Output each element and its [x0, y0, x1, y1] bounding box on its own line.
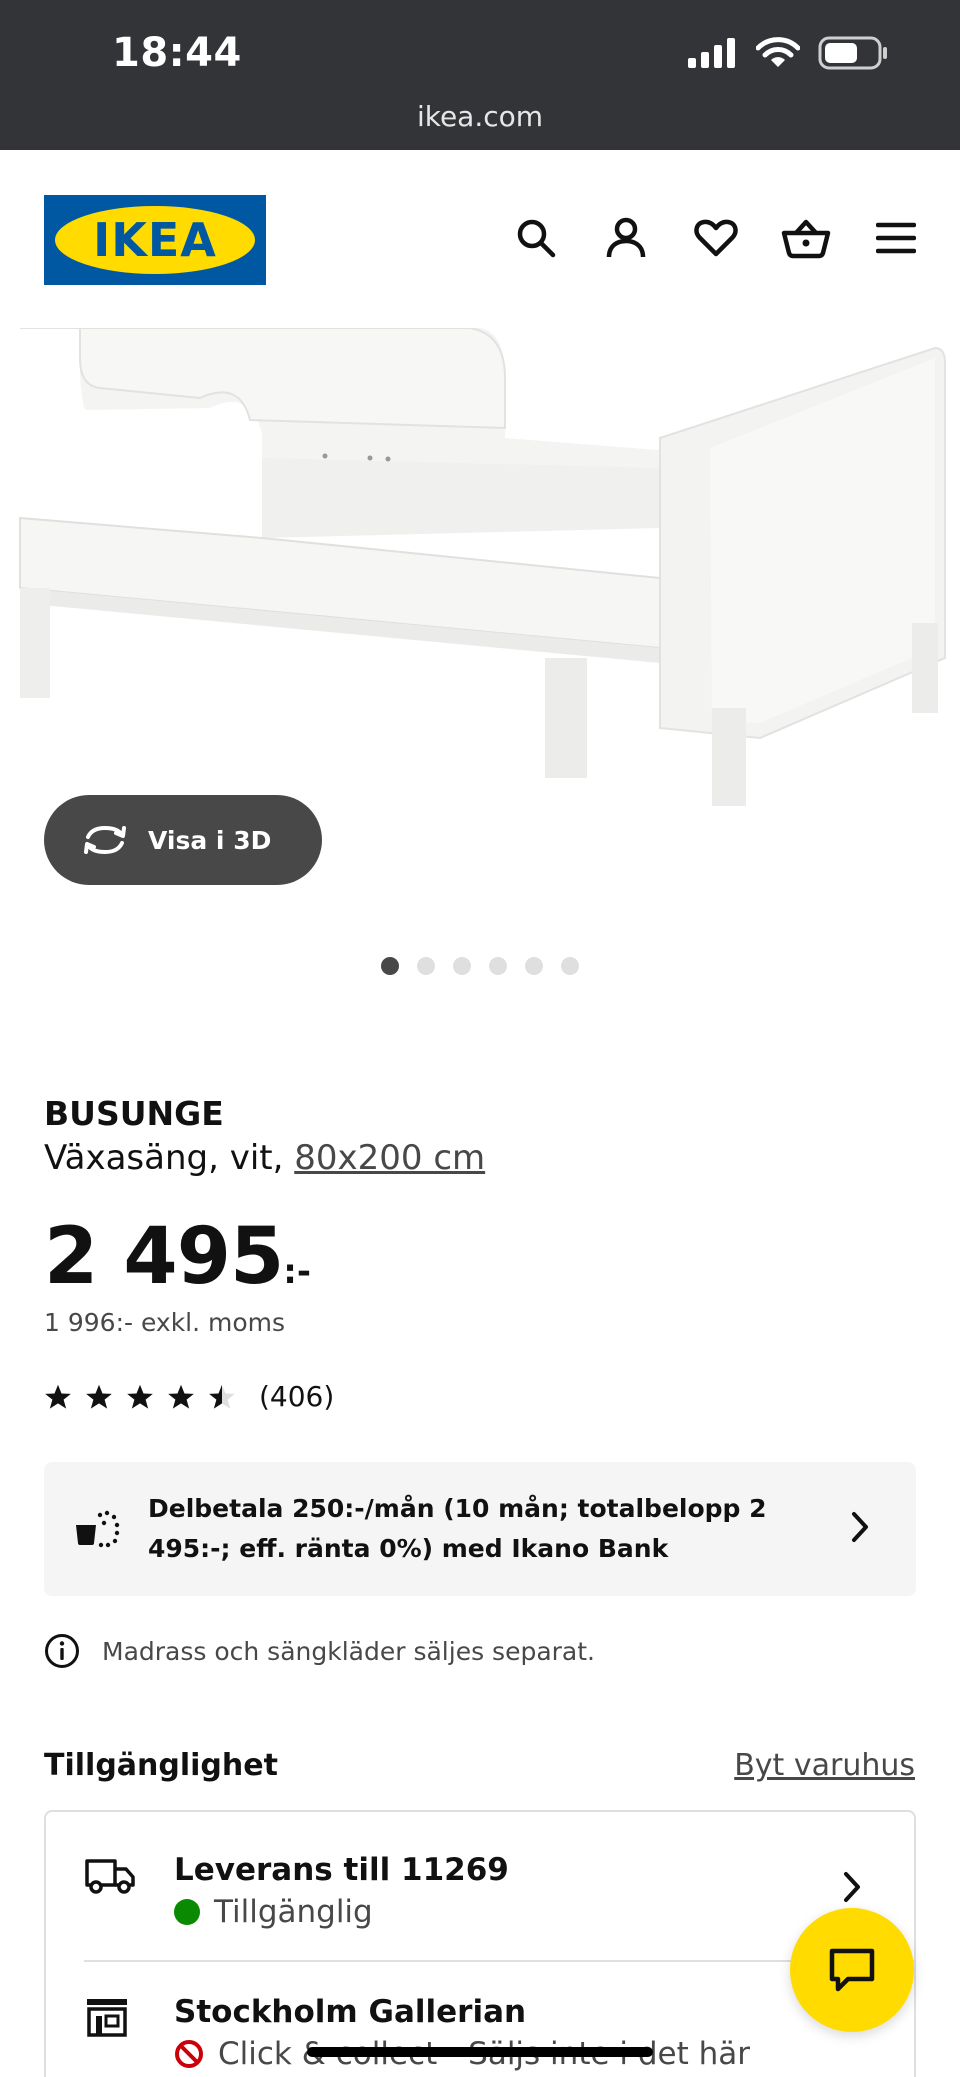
chat-button[interactable] [790, 1908, 914, 2032]
star-icon [86, 1384, 112, 1409]
truck-icon [85, 1859, 135, 1894]
star-icon [127, 1384, 153, 1409]
product-price: 2 495:- [44, 1212, 311, 1302]
available-dot [174, 1899, 200, 1925]
product-type: Växasäng, vit, [44, 1138, 284, 1178]
gallery-dot[interactable] [417, 957, 435, 975]
financing-icon [76, 1510, 120, 1548]
product-rating[interactable]: (406) [44, 1380, 334, 1413]
gallery-dot[interactable] [453, 957, 471, 975]
availability-card: Leverans till 11269 Tillgänglig Stockhol… [44, 1810, 916, 2077]
menu-button[interactable] [870, 212, 922, 264]
wifi-icon [756, 37, 800, 67]
delivery-status: Tillgänglig [174, 1894, 373, 1930]
product-image[interactable] [0, 327, 960, 808]
wishlist-button[interactable] [690, 212, 742, 264]
note-text: Madrass och sängkläder säljes separat. [102, 1636, 595, 1666]
delivery-title: Leverans till 11269 [174, 1852, 509, 1888]
battery-icon [818, 36, 887, 70]
status-clock: 18:44 [112, 30, 242, 76]
status-bar: 18:44 ikea.com [0, 0, 960, 150]
chevron-right-icon [852, 1512, 868, 1542]
price-suffix: :- [283, 1252, 311, 1292]
price-amount: 2 495 [44, 1212, 284, 1302]
ikea-logo[interactable]: IKEA [44, 195, 266, 285]
menu-icon [876, 222, 916, 254]
url-bar[interactable]: ikea.com [0, 100, 960, 133]
account-button[interactable] [600, 212, 652, 264]
bed-illustration [19, 327, 946, 806]
gallery-dot[interactable] [381, 957, 399, 975]
product-note: Madrass och sängkläder säljes separat. [44, 1633, 595, 1669]
home-indicator[interactable] [307, 2047, 653, 2057]
status-icons [688, 36, 888, 70]
unavailable-icon [175, 2040, 203, 2068]
price-ex-vat: 1 996:- exkl. moms [44, 1308, 286, 1337]
rotate-3d-icon [84, 825, 126, 855]
gallery-dot[interactable] [489, 957, 507, 975]
change-store-link[interactable]: Byt varuhus [734, 1748, 915, 1783]
gallery-dot[interactable] [561, 957, 579, 975]
product-description: Växasäng, vit, 80x200 cm [44, 1138, 485, 1178]
search-button[interactable] [510, 212, 562, 264]
store-row[interactable]: Stockholm Gallerian Click & collect - Sä… [46, 1962, 914, 2077]
financing-text: Delbetala 250:-/mån (10 mån; totalbelopp… [148, 1494, 767, 1563]
search-icon [517, 219, 556, 258]
info-icon [45, 1634, 79, 1668]
logo-text: IKEA [93, 213, 217, 267]
chevron-right-icon [844, 1872, 860, 1902]
delivery-status-text: Tillgänglig [214, 1894, 373, 1930]
store-icon [87, 1999, 127, 2037]
star-icon [168, 1384, 194, 1409]
basket-button[interactable] [780, 212, 832, 264]
review-count: (406) [259, 1380, 335, 1413]
product-name: BUSUNGE [44, 1094, 224, 1133]
chat-icon [829, 1948, 875, 1992]
financing-banner[interactable]: Delbetala 250:-/mån (10 mån; totalbelopp… [44, 1462, 916, 1596]
basket-icon [781, 219, 831, 259]
logo-oval: IKEA [55, 206, 255, 274]
account-icon [606, 217, 646, 258]
availability-title: Tillgänglighet [44, 1748, 278, 1783]
star-icon [45, 1384, 71, 1409]
store-title: Stockholm Gallerian [174, 1994, 527, 2030]
header-nav [510, 212, 922, 264]
heart-icon [694, 219, 738, 257]
gallery-pagination [381, 957, 579, 975]
half-star-icon [209, 1384, 235, 1409]
gallery-dot[interactable] [525, 957, 543, 975]
signal-icon [688, 38, 735, 68]
view-3d-button[interactable]: Visa i 3D [44, 795, 322, 885]
delivery-row[interactable]: Leverans till 11269 Tillgänglig [46, 1812, 914, 1960]
view-3d-label: Visa i 3D [148, 825, 272, 855]
product-size-link[interactable]: 80x200 cm [294, 1138, 485, 1178]
